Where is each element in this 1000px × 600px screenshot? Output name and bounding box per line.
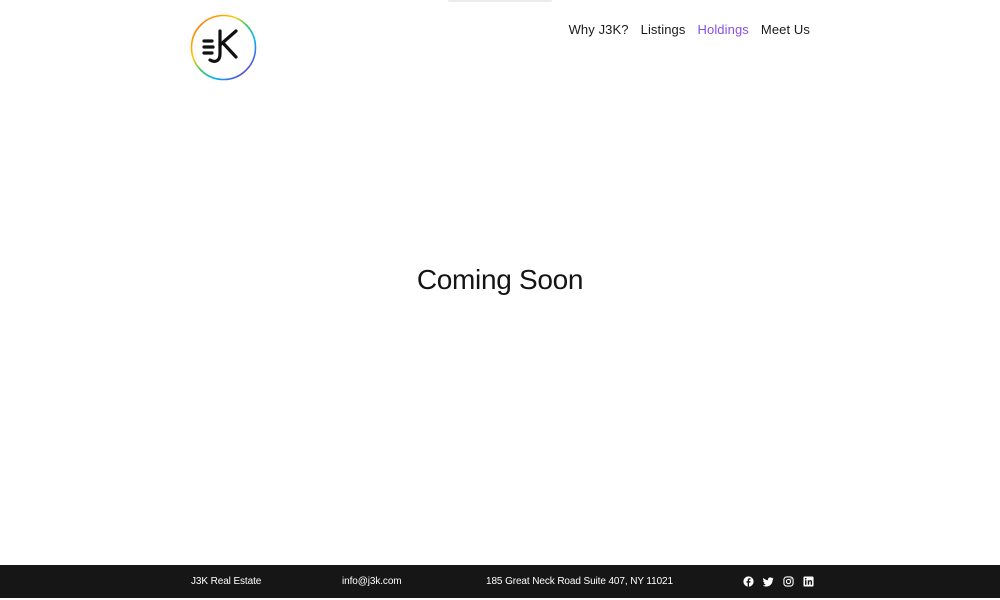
twitter-icon[interactable] [763,576,774,587]
instagram-icon[interactable] [783,576,794,587]
site-header: Why J3K? Listings Holdings Meet Us [0,0,1000,96]
coming-soon-heading: Coming Soon [416,264,584,295]
social-links [743,576,814,587]
footer-company-name: J3K Real Estate [191,576,262,587]
nav-meet-us[interactable]: Meet Us [761,20,810,40]
page: Why J3K? Listings Holdings Meet Us Comin… [0,0,1000,600]
nav-listings[interactable]: Listings [641,20,686,40]
main-nav: Why J3K? Listings Holdings Meet Us [569,20,810,40]
facebook-icon[interactable] [743,576,754,587]
site-footer: J3K Real Estate info@j3k.com 185 Great N… [0,565,1000,598]
j3k-logo-icon[interactable] [190,14,257,81]
linkedin-icon[interactable] [803,576,814,587]
nav-holdings[interactable]: Holdings [698,20,749,40]
footer-email-link[interactable]: info@j3k.com [342,575,402,588]
footer-address: 185 Great Neck Road Suite 407, NY 11021 [486,576,673,587]
nav-why-j3k[interactable]: Why J3K? [569,20,629,40]
main-content: Coming Soon [0,96,1000,565]
